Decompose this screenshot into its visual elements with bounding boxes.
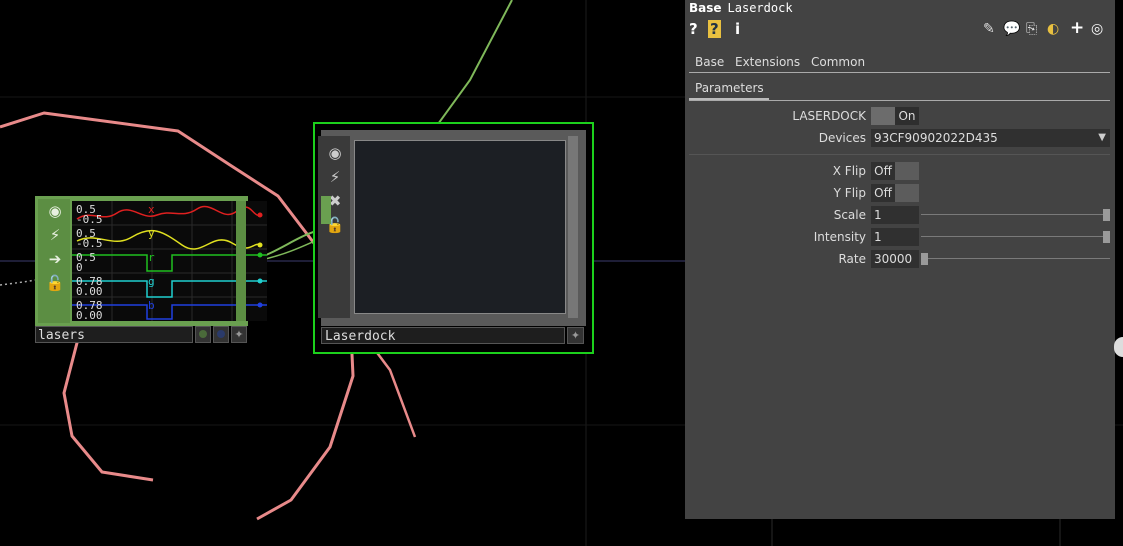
panel-title: Base Laserdock bbox=[689, 1, 793, 15]
display-arrow-icon[interactable]: ➔ bbox=[44, 248, 66, 270]
lasers-node-name[interactable]: lasers bbox=[35, 326, 193, 343]
channel-b-bottom: 0.00 bbox=[76, 309, 103, 321]
channel-r-name: r bbox=[148, 251, 155, 264]
info-button[interactable]: i bbox=[735, 20, 740, 38]
toggle-value: Off bbox=[871, 184, 895, 202]
intensity-slider[interactable] bbox=[921, 228, 1110, 246]
channel-r-bottom: 0 bbox=[76, 261, 83, 274]
parameter-tabs: Base Extensions Common bbox=[689, 52, 1110, 73]
viewer-icon[interactable]: ◉ bbox=[324, 142, 346, 164]
slider-track bbox=[921, 214, 1110, 215]
pin-flag-icon[interactable]: ✦ bbox=[231, 326, 247, 343]
clone-icon[interactable]: ⎘ bbox=[1026, 21, 1037, 37]
channel-y-curve bbox=[76, 229, 263, 250]
op-name[interactable]: Laserdock bbox=[728, 1, 793, 15]
channel-b-name: b bbox=[148, 299, 155, 312]
rate-field[interactable]: 30000 bbox=[871, 250, 919, 268]
scale-field[interactable]: 1 bbox=[871, 206, 919, 224]
pin-flag-icon[interactable]: ✦ bbox=[567, 327, 584, 344]
tab-base[interactable]: Base bbox=[695, 55, 724, 69]
intensity-field[interactable]: 1 bbox=[871, 228, 919, 246]
display-flag-icon[interactable] bbox=[213, 326, 229, 343]
op-type: Base bbox=[689, 1, 722, 15]
python-icon[interactable]: ◐ bbox=[1047, 21, 1059, 37]
toggle-value: Off bbox=[871, 162, 895, 180]
laserdock-output-connector[interactable] bbox=[568, 136, 578, 318]
active-tab-underline bbox=[689, 98, 769, 100]
viewer-icon[interactable]: ◉ bbox=[44, 200, 66, 222]
pencil-icon[interactable]: ✎ bbox=[983, 21, 995, 37]
bypass-icon[interactable]: ⚡ bbox=[44, 224, 66, 246]
channel-g-bottom: 0.00 bbox=[76, 285, 103, 298]
channel-y-name: y bbox=[148, 227, 155, 240]
intensity-param-label: Intensity bbox=[813, 230, 866, 244]
toggle-value: On bbox=[895, 107, 919, 125]
yflip-param-label: Y Flip bbox=[833, 186, 866, 200]
parameter-panel: Base Laserdock ? ? i ✎ 💬 ⎘ ◐ + ◎ Base Ext… bbox=[685, 0, 1115, 519]
slider-handle[interactable] bbox=[1103, 231, 1110, 243]
lasers-output-connector[interactable] bbox=[236, 201, 246, 321]
xflip-toggle[interactable]: Off bbox=[871, 162, 919, 180]
slider-track bbox=[921, 236, 1110, 237]
laserdock-node[interactable]: ◉ ⚡ ✖ 🔓 Laserdock ✦ bbox=[313, 122, 594, 354]
rate-slider[interactable] bbox=[921, 250, 1110, 268]
yflip-toggle[interactable]: Off bbox=[871, 184, 919, 202]
chevron-down-icon: ▼ bbox=[1098, 132, 1106, 143]
toggle-knob bbox=[895, 162, 919, 180]
laserdock-node-name[interactable]: Laserdock bbox=[321, 327, 565, 344]
laser-wire-green bbox=[424, 0, 513, 143]
channel-x-bottom: -0.5 bbox=[76, 213, 103, 226]
channel-x-curve bbox=[76, 205, 263, 220]
channel-x-name: x bbox=[148, 203, 155, 216]
slider-handle[interactable] bbox=[1103, 209, 1110, 221]
python-help-button[interactable]: ? bbox=[708, 20, 721, 38]
panel-edge-handle[interactable] bbox=[1114, 337, 1123, 357]
xflip-param-label: X Flip bbox=[832, 164, 866, 178]
rate-param-label: Rate bbox=[838, 252, 866, 266]
bypass-icon[interactable]: ⚡ bbox=[324, 166, 346, 188]
devices-menu-value: 93CF90902022D435 bbox=[874, 131, 998, 145]
parameter-page-tabs: Parameters bbox=[689, 78, 1110, 101]
channel-y-bottom: -0.5 bbox=[76, 237, 103, 250]
laserdock-toggle[interactable]: On bbox=[871, 107, 919, 125]
comment-icon[interactable]: 💬 bbox=[1003, 21, 1020, 37]
help-button[interactable]: ? bbox=[689, 20, 698, 38]
lasers-node[interactable]: ◉ ⚡ ➔ 🔓 0.5 -0.5 x 0.5 -0.5 y 0.5 0 r 0.… bbox=[35, 196, 267, 344]
slider-handle[interactable] bbox=[921, 253, 928, 265]
toggle-knob bbox=[871, 107, 895, 125]
laserdock-node-viewer bbox=[354, 140, 566, 314]
devices-menu[interactable]: 93CF90902022D435 ▼ bbox=[871, 129, 1110, 147]
tab-parameters[interactable]: Parameters bbox=[691, 81, 768, 95]
separator bbox=[689, 154, 1110, 155]
scale-slider[interactable] bbox=[921, 206, 1110, 224]
tab-extensions[interactable]: Extensions bbox=[735, 55, 800, 69]
tab-common[interactable]: Common bbox=[811, 55, 865, 69]
scale-param-label: Scale bbox=[833, 208, 866, 222]
plus-icon[interactable]: + bbox=[1070, 18, 1084, 38]
target-icon[interactable]: ◎ bbox=[1091, 21, 1103, 37]
laserdock-input-connector[interactable] bbox=[321, 196, 331, 224]
input-wire bbox=[0, 279, 36, 286]
lock-icon[interactable]: 🔓 bbox=[44, 272, 66, 294]
viewer-flag-icon[interactable] bbox=[195, 326, 211, 343]
devices-param-label: Devices bbox=[818, 131, 866, 145]
slider-track bbox=[921, 258, 1110, 259]
toggle-knob bbox=[895, 184, 919, 202]
channel-g-name: g bbox=[148, 275, 155, 288]
laserdock-param-label: LASERDOCK bbox=[792, 109, 866, 123]
